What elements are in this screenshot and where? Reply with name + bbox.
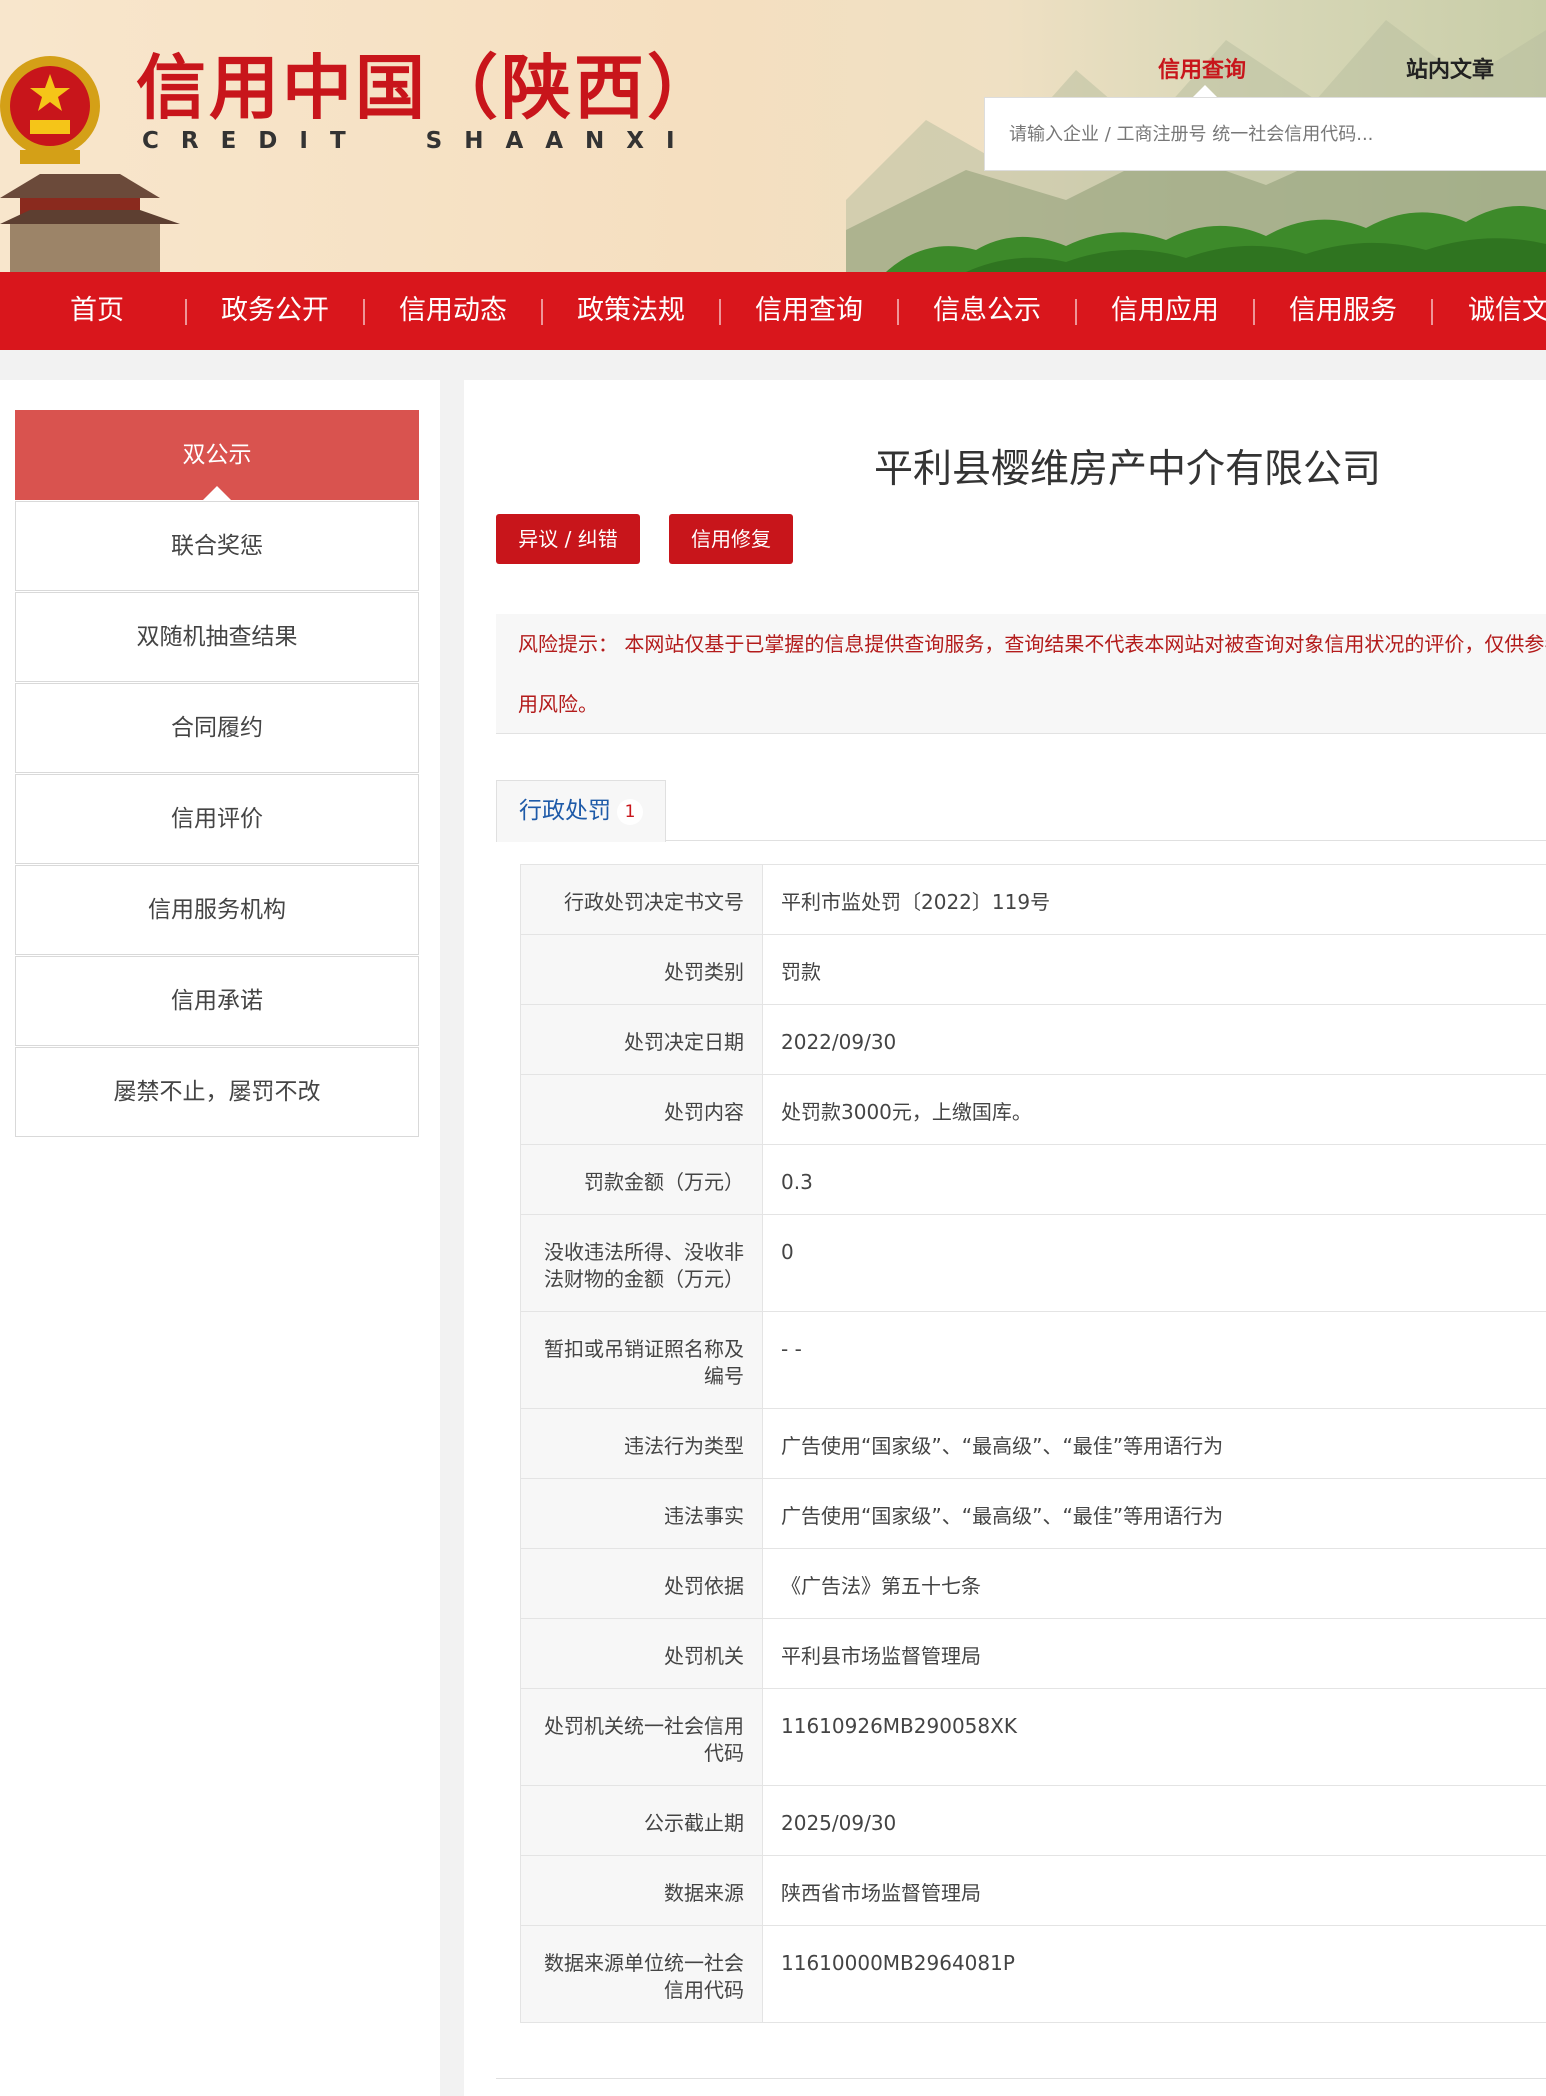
site-header: 信用中国（陕西） CREDIT SHAANXI 信用查询 站内文章 (0, 0, 1546, 272)
table-row: 违法行为类型 广告使用“国家级”、“最高级”、“最佳”等用语行为 (520, 1408, 1546, 1479)
field-label: 数据来源单位统一社会信用代码 (520, 1925, 763, 2023)
sidebar-item-repeat-offense[interactable]: 屡禁不止，屡罚不改 (15, 1047, 419, 1137)
field-label: 处罚依据 (520, 1548, 763, 1619)
table-row: 处罚内容 处罚款3000元，上缴国库。 (520, 1074, 1546, 1145)
table-row: 处罚机关 平利县市场监督管理局 (520, 1618, 1546, 1689)
tab-admin-penalty[interactable]: 行政处罚 1 (496, 780, 666, 842)
field-value: 2025/09/30 (762, 1785, 1546, 1856)
field-label: 公示截止期 (520, 1785, 763, 1856)
risk-notice-line: 风险提示： 本网站仅基于已掌握的信息提供查询服务，查询结果不代表本网站对被查询对… (518, 632, 1546, 656)
field-label: 处罚机关统一社会信用代码 (520, 1688, 763, 1786)
sidebar-item-random-check[interactable]: 双随机抽查结果 (15, 592, 419, 682)
nav-separator (719, 299, 721, 325)
field-value: 陕西省市场监督管理局 (762, 1855, 1546, 1926)
main-content: 平利县樱维房产中介有限公司 异议 / 纠错 信用修复 风险提示： 本网站仅基于已… (464, 380, 1546, 2096)
field-value: 《广告法》第五十七条 (762, 1548, 1546, 1619)
field-label: 行政处罚决定书文号 (520, 864, 763, 935)
dispute-button[interactable]: 异议 / 纠错 (496, 514, 640, 564)
tab-site-article[interactable]: 站内文章 (1406, 52, 1494, 84)
count-badge: 1 (617, 798, 643, 825)
risk-notice: 风险提示： 本网站仅基于已掌握的信息提供查询服务，查询结果不代表本网站对被查询对… (496, 614, 1546, 734)
drum-tower-image (0, 174, 180, 272)
company-title: 平利县樱维房产中介有限公司 (874, 447, 1382, 492)
tab-label: 行政处罚 (519, 798, 611, 824)
credit-repair-button[interactable]: 信用修复 (669, 514, 793, 564)
field-label: 没收违法所得、没收非法财物的金额（万元） (520, 1214, 763, 1312)
field-value: 2022/09/30 (762, 1004, 1546, 1075)
sidebar-item-double-public[interactable]: 双公示 (15, 410, 419, 500)
nav-item-credit-query[interactable]: 信用查询 (734, 272, 884, 350)
site-logo-title[interactable]: 信用中国（陕西） (136, 48, 720, 128)
field-value: 罚款 (762, 934, 1546, 1005)
table-row: 处罚机关统一社会信用代码 11610926MB290058XK (520, 1688, 1546, 1786)
field-label: 暂扣或吊销证照名称及编号 (520, 1311, 763, 1409)
tab-credit-query[interactable]: 信用查询 (1158, 52, 1246, 84)
nav-item-policy[interactable]: 政策法规 (556, 272, 706, 350)
sidebar-item-contract[interactable]: 合同履约 (15, 683, 419, 773)
table-row: 公示截止期 2025/09/30 (520, 1785, 1546, 1856)
sidebar-item-credit-evaluation[interactable]: 信用评价 (15, 774, 419, 864)
field-label: 处罚机关 (520, 1618, 763, 1689)
nav-item-gov-affairs[interactable]: 政务公开 (200, 272, 350, 350)
field-value: 广告使用“国家级”、“最高级”、“最佳”等用语行为 (762, 1408, 1546, 1479)
nav-item-integrity[interactable]: 诚信文 (1446, 272, 1546, 350)
table-row: 行政处罚决定书文号 平利市监处罚〔2022〕119号 (520, 864, 1546, 935)
search-input[interactable] (985, 98, 1546, 170)
nav-separator (897, 299, 899, 325)
field-value: 平利市监处罚〔2022〕119号 (762, 864, 1546, 935)
table-row: 数据来源单位统一社会信用代码 11610000MB2964081P (520, 1925, 1546, 2023)
table-row: 处罚类别 罚款 (520, 934, 1546, 1005)
field-value: 0 (762, 1214, 1546, 1312)
sidebar-item-joint-reward[interactable]: 联合奖惩 (15, 501, 419, 591)
search-caret (1193, 85, 1217, 97)
field-value: 11610926MB290058XK (762, 1688, 1546, 1786)
nav-separator (185, 299, 187, 325)
field-value: 11610000MB2964081P (762, 1925, 1546, 2023)
panel-bottom-border (496, 2078, 1546, 2079)
nav-item-credit-app[interactable]: 信用应用 (1090, 272, 1240, 350)
nav-separator (1253, 299, 1255, 325)
nav-item-info-public[interactable]: 信息公示 (912, 272, 1062, 350)
field-label: 处罚内容 (520, 1074, 763, 1145)
field-label: 罚款金额（万元） (520, 1144, 763, 1215)
field-label: 处罚决定日期 (520, 1004, 763, 1075)
table-row: 暂扣或吊销证照名称及编号 - - (520, 1311, 1546, 1409)
main-nav: 首页 政务公开 信用动态 政策法规 信用查询 信息公示 信用应用 信用服务 诚信… (0, 272, 1546, 350)
nav-separator (1431, 299, 1433, 325)
nav-separator (363, 299, 365, 325)
nav-separator (541, 299, 543, 325)
field-label: 数据来源 (520, 1855, 763, 1926)
national-emblem-icon (0, 56, 100, 164)
field-value: 广告使用“国家级”、“最高级”、“最佳”等用语行为 (762, 1478, 1546, 1549)
sidebar: 双公示 联合奖惩 双随机抽查结果 合同履约 信用评价 信用服务机构 信用承诺 屡… (0, 380, 440, 2096)
table-row: 违法事实 广告使用“国家级”、“最高级”、“最佳”等用语行为 (520, 1478, 1546, 1549)
table-row: 数据来源 陕西省市场监督管理局 (520, 1855, 1546, 1926)
risk-notice-line: 用风险。 (518, 692, 598, 716)
nav-item-credit-news[interactable]: 信用动态 (378, 272, 528, 350)
field-label: 违法行为类型 (520, 1408, 763, 1479)
nav-item-home[interactable]: 首页 (22, 272, 172, 350)
field-value: - - (762, 1311, 1546, 1409)
nav-item-credit-service[interactable]: 信用服务 (1268, 272, 1418, 350)
search-box (984, 97, 1546, 171)
field-value: 处罚款3000元，上缴国库。 (762, 1074, 1546, 1145)
site-logo-subtitle: CREDIT SHAANXI (142, 128, 697, 154)
sidebar-item-credit-promise[interactable]: 信用承诺 (15, 956, 419, 1046)
table-row: 处罚依据 《广告法》第五十七条 (520, 1548, 1546, 1619)
sidebar-item-service-agency[interactable]: 信用服务机构 (15, 865, 419, 955)
table-row: 没收违法所得、没收非法财物的金额（万元） 0 (520, 1214, 1546, 1312)
table-row: 处罚决定日期 2022/09/30 (520, 1004, 1546, 1075)
table-row: 罚款金额（万元） 0.3 (520, 1144, 1546, 1215)
field-value: 0.3 (762, 1144, 1546, 1215)
field-label: 违法事实 (520, 1478, 763, 1549)
field-label: 处罚类别 (520, 934, 763, 1005)
nav-separator (1075, 299, 1077, 325)
field-value: 平利县市场监督管理局 (762, 1618, 1546, 1689)
penalty-detail-table: 行政处罚决定书文号 平利市监处罚〔2022〕119号 处罚类别 罚款 处罚决定日期 2… (520, 864, 1546, 2023)
